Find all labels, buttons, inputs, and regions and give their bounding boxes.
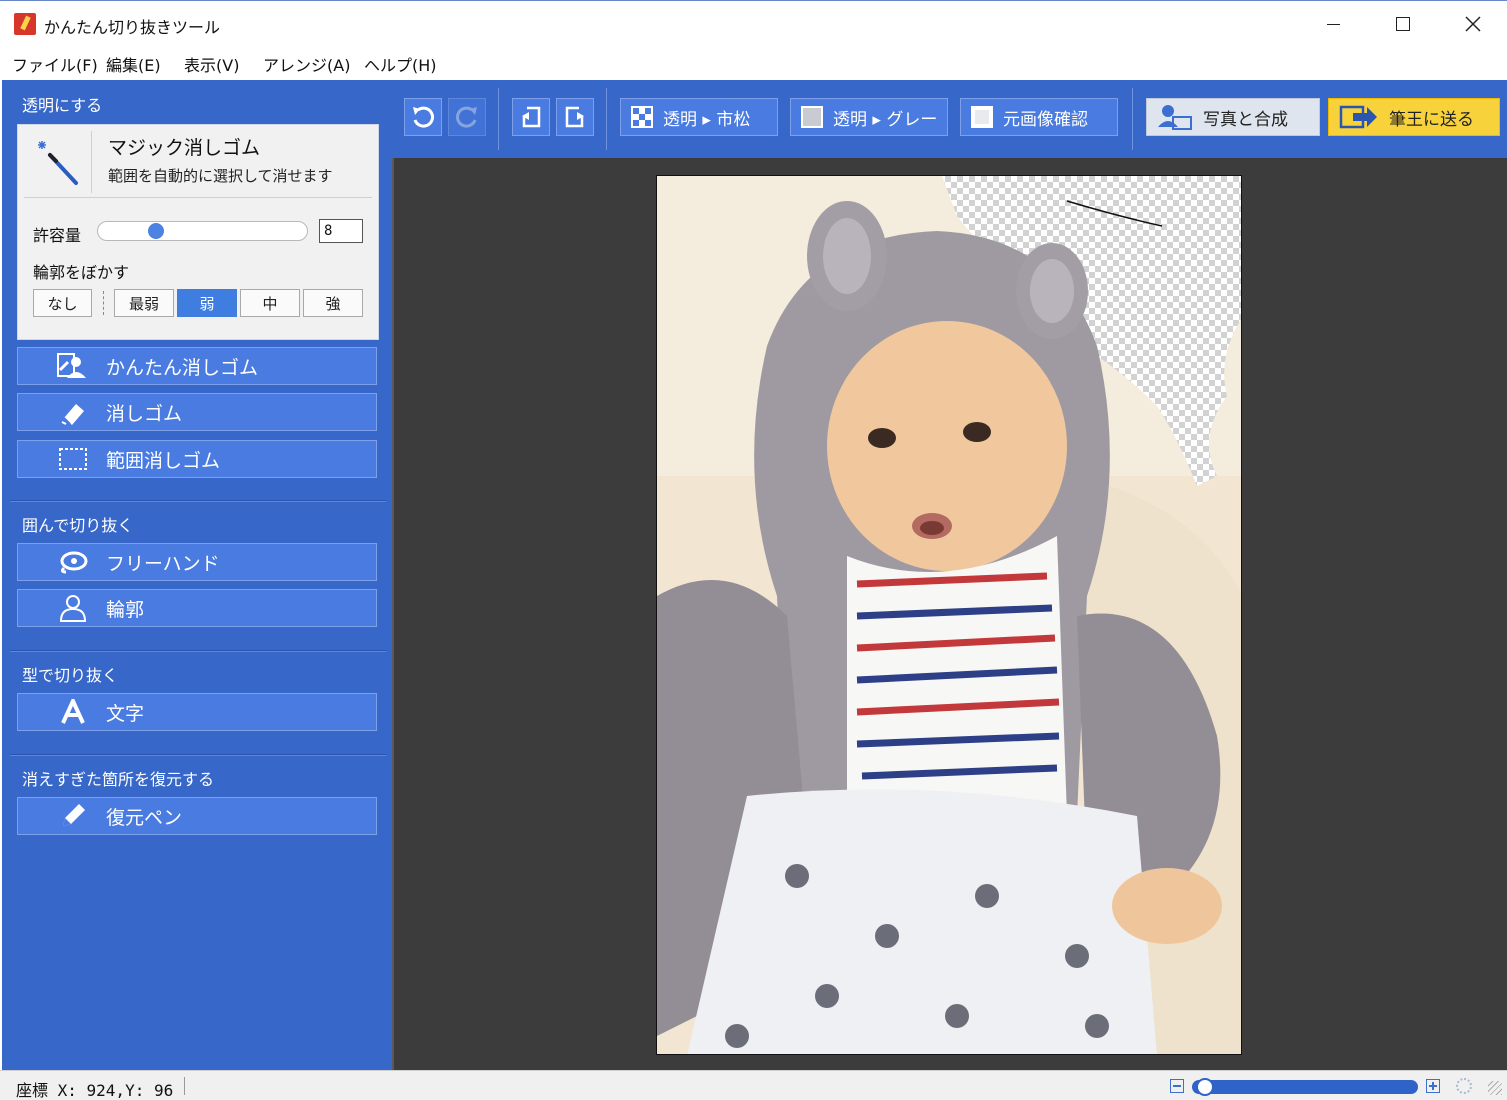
close-button[interactable] bbox=[1450, 7, 1496, 41]
easy-eraser-button[interactable]: かんたん消しゴム bbox=[17, 347, 377, 385]
restore-pen-button[interactable]: 復元ペン bbox=[17, 797, 377, 835]
section-shape: 型で切り抜く bbox=[22, 666, 119, 685]
divider bbox=[10, 650, 386, 652]
text-cut-button[interactable]: 文字 bbox=[17, 693, 377, 731]
blur-weakest-button[interactable]: 最弱 bbox=[114, 289, 174, 317]
photo-preview[interactable] bbox=[656, 175, 1242, 1055]
menu-edit[interactable]: 編集(E) bbox=[106, 52, 161, 76]
rotate-left-button[interactable] bbox=[512, 98, 550, 136]
blur-weak-button[interactable]: 弱 bbox=[177, 289, 237, 317]
magic-eraser-description: 範囲を自動的に選択して消せます bbox=[108, 167, 333, 185]
send-arrow-icon bbox=[1339, 103, 1379, 131]
transparent-checker-label: 透明 ▸ 市松 bbox=[663, 109, 751, 130]
tolerance-slider-thumb[interactable] bbox=[148, 223, 164, 239]
pen-icon bbox=[48, 802, 98, 830]
minimize-icon bbox=[1326, 23, 1340, 25]
range-eraser-label: 範囲消しゴム bbox=[106, 449, 221, 472]
divider bbox=[606, 88, 607, 150]
transparent-checker-button[interactable]: 透明 ▸ 市松 bbox=[620, 98, 778, 136]
original-check-button[interactable]: 元画像確認 bbox=[960, 98, 1118, 136]
lasso-icon bbox=[48, 550, 98, 574]
range-eraser-button[interactable]: 範囲消しゴム bbox=[17, 440, 377, 478]
text-cut-label: 文字 bbox=[106, 702, 145, 725]
zoom-slider-thumb[interactable] bbox=[1196, 1078, 1214, 1096]
magic-eraser-icon bbox=[24, 131, 92, 193]
menu-view[interactable]: 表示(V) bbox=[184, 52, 239, 76]
blur-label: 輪郭をぼかす bbox=[33, 263, 130, 282]
menu-file[interactable]: ファイル(F) bbox=[12, 52, 98, 76]
person-eraser-icon bbox=[48, 352, 98, 380]
transparent-gray-button[interactable]: 透明 ▸ グレー bbox=[790, 98, 948, 136]
zoom-out-button[interactable] bbox=[1170, 1079, 1184, 1093]
title-bar: かんたん切り抜きツール bbox=[0, 0, 1507, 44]
close-icon bbox=[1465, 16, 1481, 32]
combine-photo-label: 写真と合成 bbox=[1203, 109, 1288, 130]
resize-grip-icon[interactable] bbox=[1488, 1081, 1502, 1095]
person-combine-icon bbox=[1157, 103, 1193, 131]
freehand-label: フリーハンド bbox=[106, 552, 220, 575]
freehand-button[interactable]: フリーハンド bbox=[17, 543, 377, 581]
section-transparent: 透明にする bbox=[22, 96, 103, 115]
marquee-icon bbox=[48, 447, 98, 471]
zoom-slider[interactable] bbox=[1192, 1080, 1418, 1094]
eraser-button[interactable]: 消しゴム bbox=[17, 393, 377, 431]
divider bbox=[24, 197, 372, 198]
tolerance-slider[interactable] bbox=[97, 221, 308, 241]
divider bbox=[10, 754, 386, 756]
magic-eraser-title: マジック消しゴム bbox=[108, 137, 261, 159]
rotate-left-icon bbox=[522, 106, 541, 128]
zoom-fit-icon[interactable] bbox=[1456, 1078, 1472, 1094]
status-bar: 座標 X: 924,Y: 96 bbox=[0, 1070, 1507, 1100]
section-restore: 消えすぎた箇所を復元する bbox=[22, 770, 215, 789]
divider bbox=[10, 500, 386, 502]
maximize-button[interactable] bbox=[1380, 7, 1426, 41]
redo-icon bbox=[456, 106, 477, 128]
outline-button[interactable]: 輪郭 bbox=[17, 589, 377, 627]
tool-panel: 透明にする マジック消しゴム 範囲を自動的に選択して消せます 許容量 8 輪郭を… bbox=[2, 80, 392, 1070]
undo-icon bbox=[413, 106, 434, 128]
eraser-icon bbox=[48, 398, 98, 426]
eraser-label: 消しゴム bbox=[106, 402, 183, 425]
letter-a-icon bbox=[48, 699, 98, 725]
checker-icon bbox=[631, 106, 653, 128]
minimize-button[interactable] bbox=[1310, 7, 1356, 41]
transparent-gray-label: 透明 ▸ グレー bbox=[833, 109, 938, 130]
section-enclose: 囲んで切り抜く bbox=[22, 516, 134, 535]
send-to-hitsuo-button[interactable]: 筆王に送る bbox=[1328, 98, 1500, 136]
combine-photo-button[interactable]: 写真と合成 bbox=[1146, 98, 1320, 136]
blur-separator bbox=[103, 291, 104, 315]
white-square-icon bbox=[971, 106, 993, 128]
menu-help[interactable]: ヘルプ(H) bbox=[364, 52, 437, 76]
blur-medium-button[interactable]: 中 bbox=[240, 289, 300, 317]
divider bbox=[184, 1077, 185, 1095]
window-title: かんたん切り抜きツール bbox=[44, 18, 221, 37]
blur-strong-button[interactable]: 強 bbox=[303, 289, 363, 317]
undo-button[interactable] bbox=[404, 98, 442, 136]
tolerance-label: 許容量 bbox=[33, 226, 82, 245]
send-to-hitsuo-label: 筆王に送る bbox=[1389, 109, 1474, 130]
easy-eraser-label: かんたん消しゴム bbox=[106, 356, 259, 379]
maximize-icon bbox=[1396, 17, 1410, 31]
tolerance-input[interactable]: 8 bbox=[319, 219, 363, 243]
blur-none-button[interactable]: なし bbox=[33, 289, 92, 317]
status-coordinates: 座標 X: 924,Y: 96 bbox=[16, 1081, 174, 1100]
menu-arrange[interactable]: アレンジ(A) bbox=[263, 52, 350, 76]
app-icon bbox=[14, 13, 36, 35]
redo-button[interactable] bbox=[448, 98, 486, 136]
gray-square-icon bbox=[801, 106, 823, 128]
restore-pen-label: 復元ペン bbox=[106, 806, 183, 829]
original-check-label: 元画像確認 bbox=[1003, 109, 1088, 130]
toolbar: 透明 ▸ 市松 透明 ▸ グレー 元画像確認 写真と合成 筆王に送る bbox=[392, 80, 1507, 158]
outline-label: 輪郭 bbox=[106, 598, 145, 621]
person-outline-icon bbox=[48, 594, 98, 622]
magic-eraser-card[interactable]: マジック消しゴム 範囲を自動的に選択して消せます 許容量 8 輪郭をぼかす なし… bbox=[17, 124, 379, 340]
zoom-in-button[interactable] bbox=[1426, 1079, 1440, 1093]
rotate-right-icon bbox=[565, 106, 584, 128]
divider bbox=[498, 88, 499, 150]
rotate-right-button[interactable] bbox=[556, 98, 594, 136]
divider bbox=[1132, 88, 1133, 150]
menu-bar: ファイル(F) 編集(E) 表示(V) アレンジ(A) ヘルプ(H) bbox=[0, 44, 1507, 78]
